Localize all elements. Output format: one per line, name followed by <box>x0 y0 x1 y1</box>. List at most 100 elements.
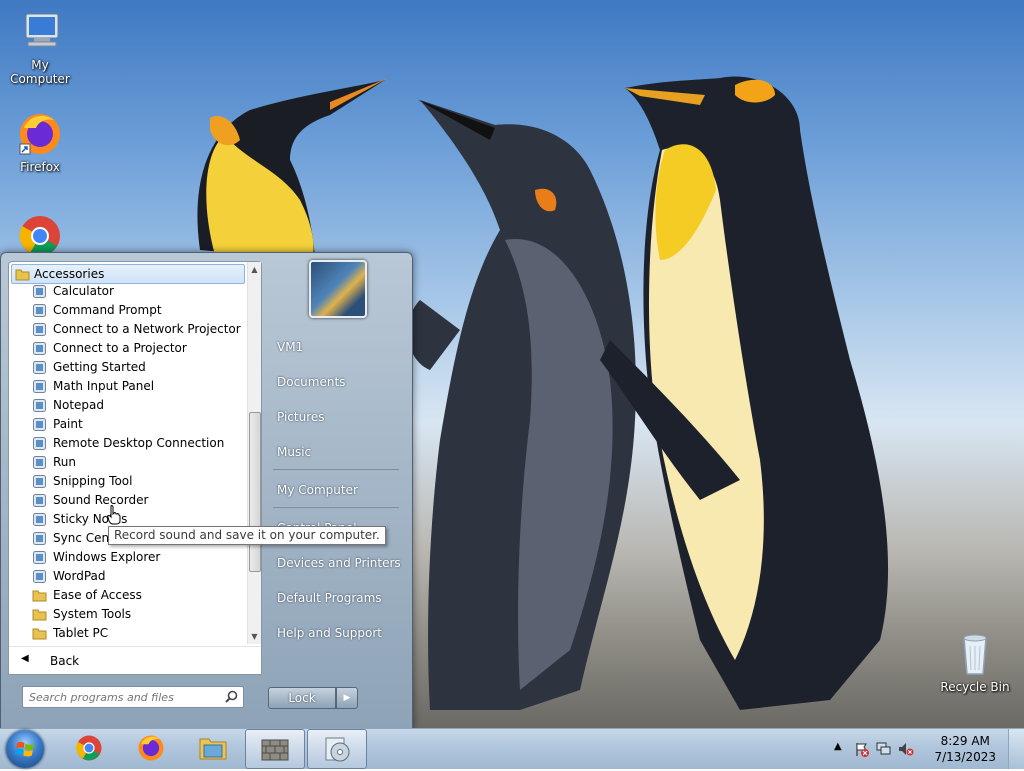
link-label: Devices and Printers <box>277 556 401 570</box>
taskbar-firefox-button[interactable] <box>122 729 180 767</box>
start-menu-right-pane: VM1DocumentsPicturesMusicMy ComputerCont… <box>263 253 411 729</box>
network-icon[interactable] <box>876 741 892 757</box>
calculator-icon <box>32 284 47 299</box>
math-input-icon <box>32 379 47 394</box>
program-label: WordPad <box>53 569 106 583</box>
program-item[interactable]: Sound Recorder <box>29 491 245 510</box>
desktop-icon-label: Firefox <box>20 160 60 174</box>
documents-link[interactable]: Documents <box>265 370 405 394</box>
program-item[interactable]: Run <box>29 453 245 472</box>
default-programs-link[interactable]: Default Programs <box>265 586 405 610</box>
program-item[interactable]: Snipping Tool <box>29 472 245 491</box>
volume-muted-icon[interactable] <box>898 741 914 757</box>
snipping-tool-icon <box>32 474 47 489</box>
program-item[interactable]: Ease of Access <box>29 586 245 605</box>
separator <box>273 468 399 470</box>
program-label: Run <box>53 455 77 469</box>
wordpad-icon <box>32 569 47 584</box>
sync-icon <box>32 531 47 546</box>
program-item[interactable]: Connect to a Network Projector <box>29 320 245 339</box>
show-desktop-button[interactable] <box>1008 729 1024 769</box>
tooltip: Record sound and save it on your compute… <box>108 526 386 545</box>
program-item[interactable]: Calculator <box>29 282 245 301</box>
taskbar-firewall-button[interactable] <box>245 729 305 769</box>
back-label: Back <box>50 654 80 668</box>
program-item[interactable]: System Tools <box>29 605 245 624</box>
shutdown-options-arrow-icon[interactable]: ▶ <box>336 687 358 709</box>
action-center-flag-icon[interactable] <box>854 741 870 757</box>
program-label: Calculator <box>53 284 114 298</box>
program-item[interactable]: Tablet PC <box>29 624 245 643</box>
setup-disc-icon <box>325 737 350 762</box>
getting-started-icon <box>32 360 47 375</box>
programs-pane: Accessories Calculator Command Prompt Conn… <box>8 261 262 675</box>
program-label: Windows Explorer <box>53 550 161 564</box>
scroll-down-arrow-icon[interactable]: ▼ <box>250 632 259 641</box>
taskbar-setup-button[interactable] <box>307 729 367 769</box>
program-label: Tablet PC <box>53 626 109 640</box>
folder-accessories[interactable]: Accessories <box>11 264 245 284</box>
link-label: Help and Support <box>277 626 382 640</box>
taskbar-explorer-button[interactable] <box>184 729 242 767</box>
clock[interactable]: 8:29 AM 7/13/2023 <box>934 733 996 765</box>
notepad-icon <box>32 398 47 413</box>
back-arrow-icon: ◀ <box>21 653 29 664</box>
back-button[interactable]: ◀ Back <box>9 646 261 673</box>
program-item[interactable]: Remote Desktop Connection <box>29 434 245 453</box>
separator <box>273 506 399 508</box>
programs-scrollbar[interactable]: ▲ ▼ <box>247 262 261 644</box>
chrome-icon <box>76 735 102 761</box>
projector-icon <box>32 341 47 356</box>
computer-icon <box>25 13 59 47</box>
search-input[interactable] <box>27 689 221 705</box>
firefox-icon <box>138 735 164 761</box>
link-label: Music <box>277 445 312 459</box>
program-item[interactable]: Getting Started <box>29 358 245 377</box>
program-item[interactable]: Command Prompt <box>29 301 245 320</box>
devices-and-printers-link[interactable]: Devices and Printers <box>265 551 405 575</box>
program-label: Connect to a Network Projector <box>53 322 241 336</box>
pictures-link[interactable]: Pictures <box>265 405 405 429</box>
sticky-notes-icon <box>32 512 47 527</box>
program-label: Getting Started <box>53 360 146 374</box>
start-button[interactable] <box>6 730 44 768</box>
folder-icon <box>32 626 47 641</box>
file-explorer-icon <box>199 738 227 760</box>
my-computer-link[interactable]: My Computer <box>265 478 405 502</box>
lock-button[interactable]: Lock <box>268 687 336 709</box>
program-label: Math Input Panel <box>53 379 155 393</box>
desktop-icon-label: My Computer <box>10 58 70 86</box>
search-icon[interactable] <box>225 690 238 703</box>
program-item[interactable]: WordPad <box>29 567 245 586</box>
scroll-thumb[interactable] <box>249 412 261 572</box>
link-label: VM1 <box>277 340 304 354</box>
windows-logo-icon <box>15 741 34 757</box>
link-label: My Computer <box>277 483 358 497</box>
desktop-icon-recycle-bin[interactable]: Recycle Bin <box>935 630 1015 694</box>
music-link[interactable]: Music <box>265 440 405 464</box>
run-icon <box>32 455 47 470</box>
show-hidden-icons-arrow-icon[interactable]: ▲ <box>834 741 850 757</box>
program-label: Command Prompt <box>53 303 162 317</box>
program-label: Notepad <box>53 398 104 412</box>
clock-time: 8:29 AM <box>940 734 990 748</box>
search-box[interactable] <box>22 686 244 708</box>
help-and-support-link[interactable]: Help and Support <box>265 621 405 645</box>
taskbar-chrome-button[interactable] <box>60 729 118 767</box>
microphone-icon <box>32 493 47 508</box>
user-link[interactable]: VM1 <box>265 335 405 359</box>
desktop-icon-firefox[interactable]: Firefox <box>0 110 80 174</box>
firewall-icon <box>261 739 289 761</box>
scroll-up-arrow-icon[interactable]: ▲ <box>250 265 259 274</box>
program-item[interactable]: Math Input Panel <box>29 377 245 396</box>
user-picture[interactable] <box>309 260 367 318</box>
program-item[interactable]: Connect to a Projector <box>29 339 245 358</box>
program-item[interactable]: Windows Explorer <box>29 548 245 567</box>
program-label: Snipping Tool <box>53 474 133 488</box>
program-label: Ease of Access <box>53 588 142 602</box>
mouse-cursor-hand-icon <box>107 505 121 525</box>
paint-icon <box>32 417 47 432</box>
desktop-icon-my-computer[interactable]: My Computer <box>0 8 80 86</box>
program-item[interactable]: Notepad <box>29 396 245 415</box>
program-item[interactable]: Paint <box>29 415 245 434</box>
